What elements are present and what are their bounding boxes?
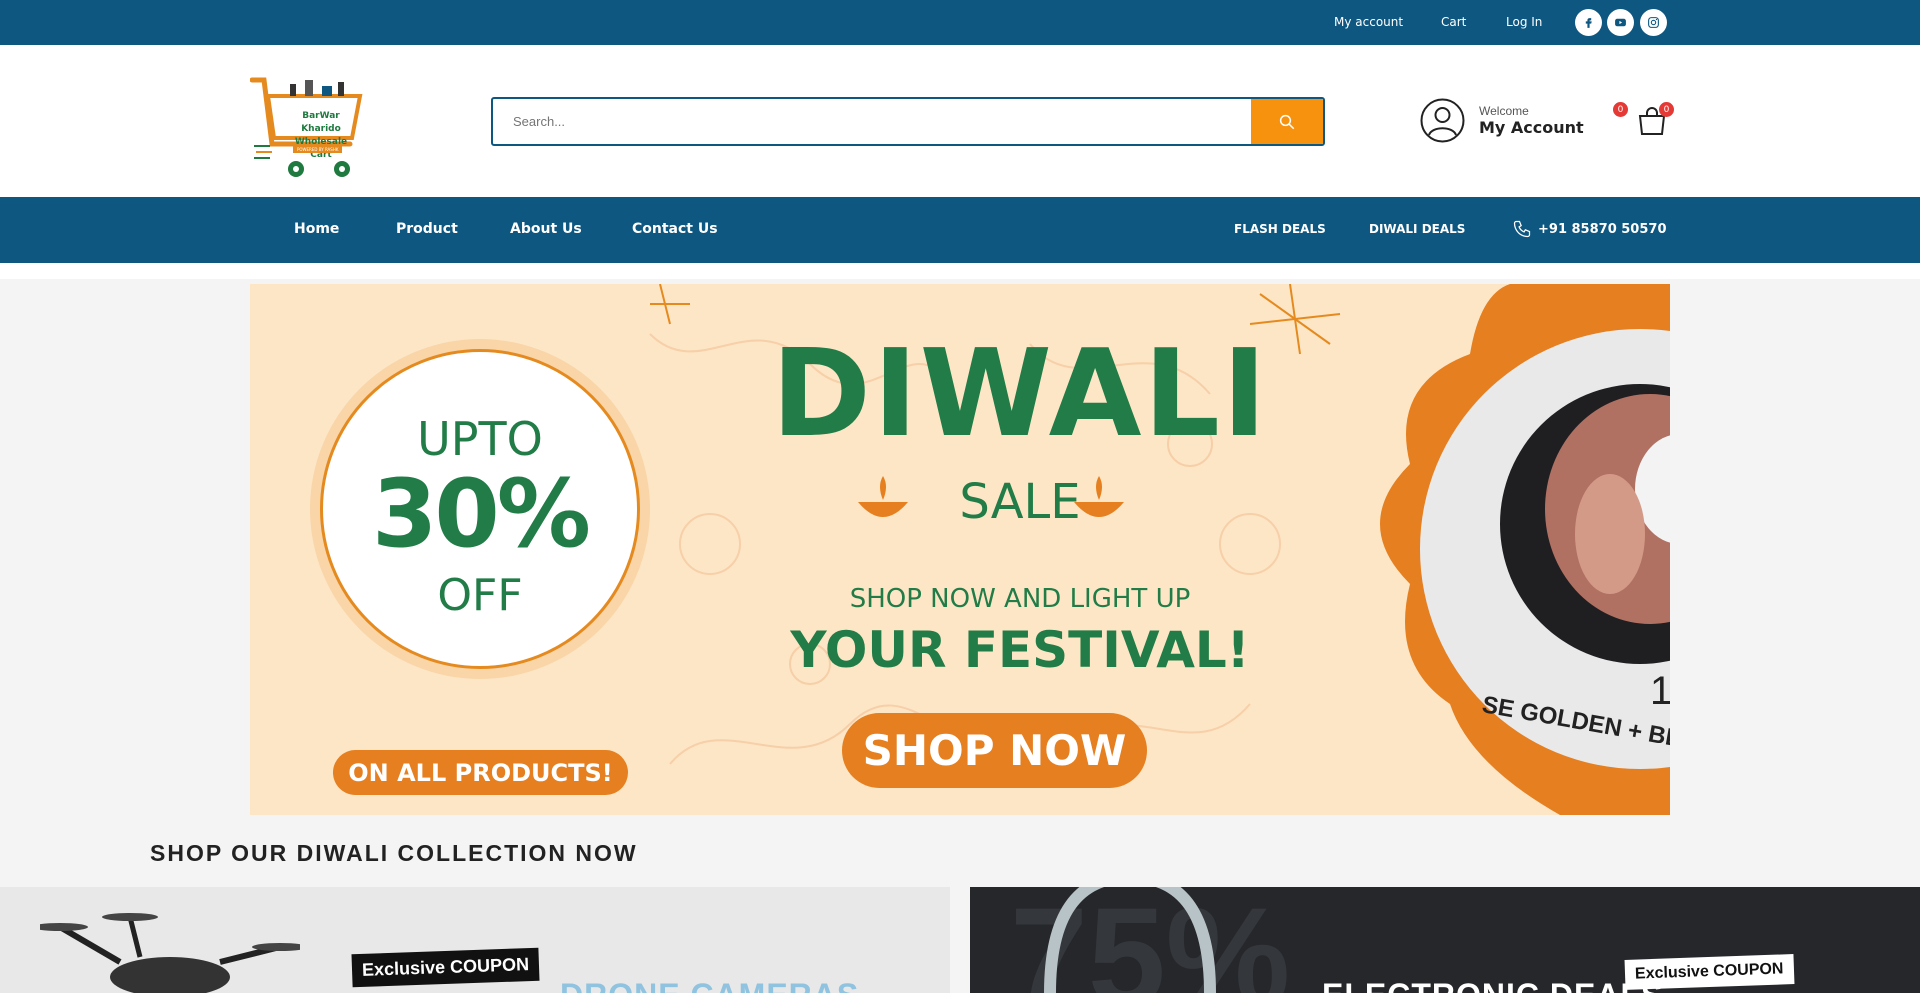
- logo-text: BarWar Kharido Wholesale Cart: [286, 110, 356, 162]
- instagram-icon[interactable]: [1640, 9, 1667, 36]
- facebook-icon[interactable]: [1575, 9, 1602, 36]
- diya-lamp-icon: [1074, 476, 1124, 517]
- nav-product[interactable]: Product: [396, 221, 458, 237]
- youtube-icon[interactable]: [1607, 9, 1634, 36]
- tagline-line1: SHOP NOW AND LIGHT UP: [849, 584, 1191, 614]
- phone-number: +91 85870 50570: [1538, 221, 1667, 237]
- my-account-link[interactable]: My account: [1334, 15, 1403, 29]
- section-title: SHOP OUR DIWALI COLLECTION NOW: [150, 840, 638, 866]
- exclusive-coupon-badge[interactable]: Exclusive COUPON: [351, 947, 540, 988]
- nav-about-us[interactable]: About Us: [510, 221, 582, 237]
- cart-link[interactable]: Cart: [1441, 15, 1466, 29]
- nav-phone[interactable]: +91 85870 50570: [1512, 219, 1667, 239]
- cart-count-badge: 0: [1659, 102, 1674, 117]
- card-heading: DRONE CAMERAS: [560, 977, 859, 993]
- search-button[interactable]: [1251, 99, 1323, 144]
- drone-image: [40, 913, 300, 993]
- off-text: OFF: [437, 570, 523, 621]
- upto-text: UPTO: [417, 412, 543, 466]
- user-account-icon[interactable]: [1420, 98, 1465, 143]
- card-heading: ELECTRONIC DEALS: [1322, 977, 1663, 993]
- exclusive-coupon-badge[interactable]: Exclusive COUPON: [1624, 954, 1794, 990]
- site-header: BarWar Kharido Wholesale Cart POWERED BY…: [0, 45, 1920, 197]
- search-icon: [1279, 114, 1295, 129]
- product-image: 12 W SE GOLDEN + BLA: [1380, 284, 1670, 815]
- login-link[interactable]: Log In: [1506, 15, 1542, 29]
- logo-line1: BarWar Kharido: [301, 111, 341, 134]
- main-nav: Home Product About Us Contact Us FLASH D…: [0, 197, 1920, 263]
- nav-home[interactable]: Home: [294, 221, 339, 237]
- nav-contact-us[interactable]: Contact Us: [632, 221, 718, 237]
- product-label-watt: 12 W: [1650, 669, 1670, 713]
- discount-badge: UPTO 30% OFF: [320, 349, 640, 669]
- nav-diwali-deals[interactable]: DIWALI DEALS: [1369, 222, 1465, 236]
- top-bar: My account Cart Log In: [0, 0, 1920, 45]
- spacer-band: [0, 263, 1920, 279]
- diwali-sale-banner[interactable]: UPTO 30% OFF ON ALL PRODUCTS! DIWALI SAL…: [250, 284, 1670, 815]
- nav-flash-deals[interactable]: FLASH DEALS: [1234, 222, 1326, 236]
- wishlist-count-badge: 0: [1613, 102, 1628, 117]
- logo-tagline: POWERED BY RASHK: [293, 146, 343, 153]
- diwali-title: DIWALI: [771, 325, 1269, 464]
- welcome-text: Welcome: [1479, 104, 1529, 118]
- my-account-label[interactable]: My Account: [1479, 118, 1584, 137]
- on-all-products-label: ON ALL PRODUCTS!: [333, 750, 628, 795]
- promo-card-drones[interactable]: Exclusive COUPON DRONE CAMERAS: [0, 887, 950, 993]
- tagline-line2: YOUR FESTIVAL!: [790, 621, 1250, 679]
- headphones-image: [1044, 887, 1216, 993]
- phone-icon: [1513, 220, 1531, 238]
- sale-text: SALE: [959, 474, 1081, 530]
- shop-now-button[interactable]: SHOP NOW: [842, 713, 1147, 788]
- search-input[interactable]: [493, 99, 1251, 144]
- discount-percent: 30%: [372, 460, 591, 569]
- search-bar: [491, 97, 1325, 146]
- promo-card-electronics[interactable]: 75% ELECTRONIC DEALS Exclusive COUPON: [970, 887, 1920, 993]
